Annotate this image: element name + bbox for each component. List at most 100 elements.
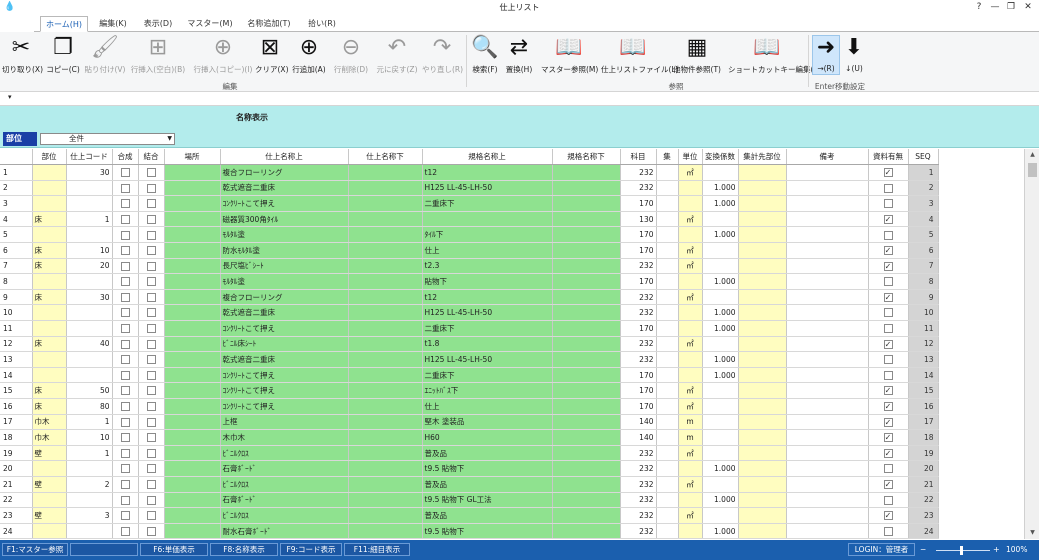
- cell-place[interactable]: [164, 335, 221, 353]
- cell-finish-name-upper[interactable]: 乾式遮音二重床: [220, 304, 349, 322]
- cell-account[interactable]: 170: [620, 367, 657, 384]
- cell-finish-name-lower[interactable]: [348, 195, 423, 212]
- composite-checkbox[interactable]: [120, 277, 130, 287]
- cell-aggregate-part[interactable]: [738, 382, 787, 399]
- join-checkbox[interactable]: [146, 511, 156, 521]
- cell-aggregate-part[interactable]: [738, 288, 787, 306]
- cell-collect[interactable]: [656, 335, 679, 353]
- cell-unit[interactable]: ㎡: [678, 288, 703, 306]
- composite-checkbox[interactable]: [120, 308, 130, 318]
- cell-finish-name-lower[interactable]: [348, 210, 423, 228]
- cell-unit[interactable]: [678, 304, 703, 322]
- cell-spec-upper[interactable]: 普及品: [422, 475, 553, 493]
- cell-conversion-factor[interactable]: 1.000: [702, 180, 739, 197]
- other-project-button[interactable]: ▦ 他物件参照(T): [670, 34, 724, 78]
- cell-join[interactable]: [138, 523, 165, 539]
- cell-spec-lower[interactable]: [552, 444, 621, 462]
- column-header[interactable]: 仕上名称下: [348, 149, 423, 166]
- cell-place[interactable]: [164, 351, 221, 368]
- cell-aggregate-part[interactable]: [738, 351, 787, 368]
- material-checkbox[interactable]: ✓: [883, 417, 893, 427]
- cell-bui[interactable]: [32, 195, 67, 212]
- material-checkbox[interactable]: [883, 199, 893, 209]
- cell-spec-upper[interactable]: H125 LL-45-LH-50: [422, 351, 553, 368]
- cell-place[interactable]: [164, 273, 221, 290]
- cell-collect[interactable]: [656, 507, 679, 524]
- cell-join[interactable]: [138, 492, 165, 509]
- cell-finish-name-lower[interactable]: [348, 226, 423, 244]
- material-checkbox[interactable]: [883, 464, 893, 474]
- material-checkbox[interactable]: ✓: [883, 402, 893, 412]
- insert-row-copy-button[interactable]: ⊕ 行挿入(コピー)(I): [193, 34, 253, 78]
- column-header[interactable]: 単位: [678, 149, 703, 166]
- insert-row-blank-button[interactable]: ⊞ 行挿入(空白)(B): [129, 34, 187, 78]
- cell-place[interactable]: [164, 367, 221, 384]
- cell-collect[interactable]: [656, 180, 679, 197]
- cell-place[interactable]: [164, 523, 221, 539]
- cell-conversion-factor[interactable]: 1.000: [702, 304, 739, 322]
- cell-account[interactable]: 232: [620, 475, 657, 493]
- cell-conversion-factor[interactable]: 1.000: [702, 226, 739, 244]
- cell-account[interactable]: 232: [620, 492, 657, 509]
- cell-aggregate-part[interactable]: [738, 257, 787, 275]
- cell-composite[interactable]: [112, 195, 139, 212]
- cell-join[interactable]: [138, 242, 165, 259]
- redo-button[interactable]: ↷ やり直し(R): [422, 34, 463, 78]
- material-checkbox[interactable]: [883, 495, 893, 505]
- help-icon[interactable]: ?: [972, 1, 986, 13]
- cell-unit[interactable]: ㎡: [678, 242, 703, 259]
- cell-aggregate-part[interactable]: [738, 273, 787, 290]
- cell-aggregate-part[interactable]: [738, 460, 787, 477]
- cell-spec-upper[interactable]: t12: [422, 164, 553, 181]
- cell-remarks[interactable]: [786, 367, 869, 384]
- cell-aggregate-part[interactable]: [738, 444, 787, 462]
- cell-finish-name-lower[interactable]: [348, 429, 423, 446]
- cell-collect[interactable]: [656, 492, 679, 509]
- cell-spec-lower[interactable]: [552, 320, 621, 337]
- composite-checkbox[interactable]: [120, 495, 130, 505]
- cell-finish-code[interactable]: [66, 523, 113, 539]
- cell-finish-name-upper[interactable]: ｺﾝｸﾘｰﾄこて押え: [220, 367, 349, 384]
- cell-place[interactable]: [164, 413, 221, 431]
- join-checkbox[interactable]: [146, 402, 156, 412]
- composite-checkbox[interactable]: [120, 433, 130, 443]
- column-header[interactable]: 仕上名称上: [220, 149, 349, 166]
- cell-aggregate-part[interactable]: [738, 242, 787, 259]
- cell-spec-upper[interactable]: [422, 210, 553, 228]
- cell-bui[interactable]: 床: [32, 288, 67, 306]
- cell-material[interactable]: ✓: [868, 288, 909, 306]
- cell-remarks[interactable]: [786, 523, 869, 539]
- cell-join[interactable]: [138, 320, 165, 337]
- cell-unit[interactable]: [678, 180, 703, 197]
- cell-composite[interactable]: [112, 413, 139, 431]
- cell-collect[interactable]: [656, 523, 679, 539]
- material-checkbox[interactable]: [883, 355, 893, 365]
- cell-place[interactable]: [164, 492, 221, 509]
- cell-material[interactable]: [868, 460, 909, 477]
- cell-place[interactable]: [164, 180, 221, 197]
- cell-finish-name-upper[interactable]: 木巾木: [220, 429, 349, 446]
- cell-remarks[interactable]: [786, 210, 869, 228]
- cell-spec-upper[interactable]: t2.3: [422, 257, 553, 275]
- cell-material[interactable]: ✓: [868, 413, 909, 431]
- cell-bui[interactable]: [32, 180, 67, 197]
- cell-aggregate-part[interactable]: [738, 492, 787, 509]
- zoom-out-icon[interactable]: −: [920, 545, 926, 554]
- composite-checkbox[interactable]: [120, 199, 130, 209]
- cell-account[interactable]: 140: [620, 429, 657, 446]
- cell-spec-upper[interactable]: t9.5 貼物下 GL工法: [422, 492, 553, 509]
- cell-material[interactable]: ✓: [868, 335, 909, 353]
- cell-spec-lower[interactable]: [552, 351, 621, 368]
- cell-bui[interactable]: [32, 226, 67, 244]
- cell-unit[interactable]: ㎡: [678, 257, 703, 275]
- table-row[interactable]: 23 壁 3 ﾋﾞﾆﾙｸﾛｽ 普及品 232 ㎡ ✓ 23: [0, 507, 939, 524]
- cell-material[interactable]: [868, 351, 909, 368]
- cell-account[interactable]: 170: [620, 195, 657, 212]
- cell-aggregate-part[interactable]: [738, 320, 787, 337]
- f11-detail-button[interactable]: F11:細目表示: [344, 543, 410, 556]
- cell-account[interactable]: 232: [620, 288, 657, 306]
- cell-spec-lower[interactable]: [552, 164, 621, 181]
- cell-join[interactable]: [138, 273, 165, 290]
- table-row[interactable]: 9 床 30 複合フローリング t12 232 ㎡ ✓ 9: [0, 288, 939, 306]
- restore-button[interactable]: ❐: [1004, 1, 1018, 13]
